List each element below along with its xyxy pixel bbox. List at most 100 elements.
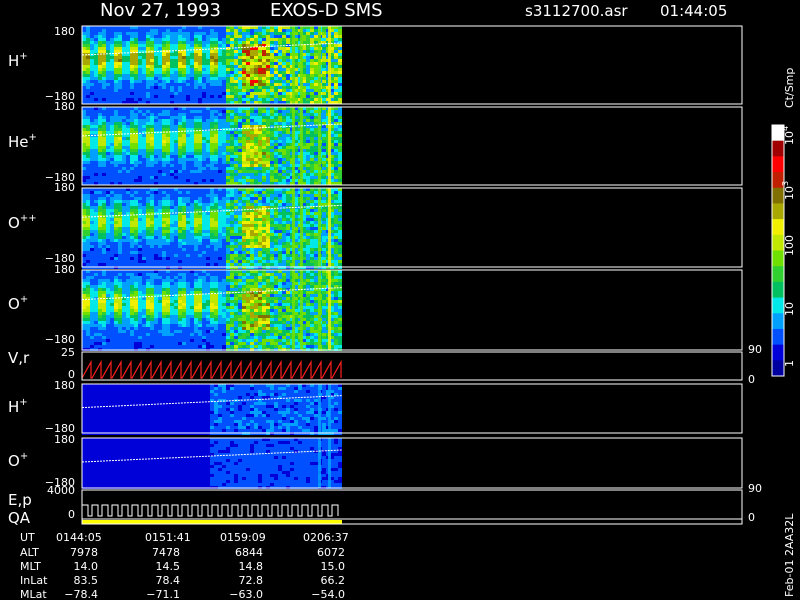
spectrogram-cell (230, 173, 234, 176)
spectrogram-cell (158, 71, 162, 74)
spectrogram-cell (82, 74, 86, 77)
spectrogram-cell (126, 155, 130, 158)
spectrogram-cell (146, 155, 150, 158)
spectrogram-cell (114, 248, 118, 251)
spectrogram-cell (122, 113, 126, 116)
spectrogram-cell (166, 206, 170, 209)
spectrogram-cell (206, 77, 210, 80)
spectrogram-cell (122, 218, 126, 221)
spectrogram-cell (226, 32, 230, 35)
spectrogram-cell (86, 59, 90, 62)
spectrogram-cell (286, 95, 290, 98)
spectrogram-cell (222, 257, 226, 260)
spectrogram-cell (98, 110, 102, 113)
spectrogram-cell (86, 74, 90, 77)
spectrogram-cell (206, 233, 210, 236)
spectrogram-cell (142, 89, 146, 92)
spectrogram-cell (194, 86, 198, 89)
spectrogram-cell (278, 194, 282, 197)
spectrogram-cell (262, 119, 266, 122)
spectrogram-cell (98, 68, 102, 71)
spectrogram-cell (186, 113, 190, 116)
spectrogram-cell (158, 179, 162, 182)
spectrogram-cell (142, 68, 146, 71)
spectrogram-cell (254, 137, 258, 140)
spectrogram-cell (98, 191, 102, 194)
spectrogram-cell (130, 98, 134, 101)
spectrogram-cell (242, 254, 246, 257)
spectrogram-cell (82, 233, 86, 236)
spectrogram-cell (86, 242, 90, 245)
spectrogram-cell (142, 170, 146, 173)
spectrogram-cell (190, 224, 194, 227)
spectrogram-cell (218, 191, 222, 194)
spectrogram-cell (222, 221, 226, 224)
spectrogram-cell (170, 35, 174, 38)
spectrogram-cell (154, 35, 158, 38)
spectrogram-cell (138, 194, 142, 197)
spectrogram-cell (150, 227, 154, 230)
spectrogram-cell (274, 71, 278, 74)
spectrogram-cell (202, 251, 206, 254)
spectrogram-cell (110, 203, 114, 206)
spectrogram-cell (282, 218, 286, 221)
spectrogram-cell (162, 68, 166, 71)
spectrogram-cell (174, 242, 178, 245)
spectrogram-cell (134, 38, 138, 41)
spectrogram-cell (274, 230, 278, 233)
spectrogram-cell (134, 200, 138, 203)
spectrogram-cell (274, 41, 278, 44)
spectrogram-cell (98, 221, 102, 224)
spectrogram-cell (102, 161, 106, 164)
spectrogram-cell (210, 143, 214, 146)
spectrogram-cell (310, 53, 314, 56)
spectrogram-cell (174, 35, 178, 38)
spectrogram-cell (322, 110, 326, 113)
spectrogram-cell (182, 245, 186, 248)
spectrogram-cell (162, 161, 166, 164)
spectrogram-cell (194, 176, 198, 179)
spectrogram-cell (118, 122, 122, 125)
spectrogram-cell (226, 122, 230, 125)
spectrogram-cell (258, 263, 262, 266)
spectrogram-cell (238, 227, 242, 230)
spectrogram-cell (110, 230, 114, 233)
spectrogram-cell (334, 137, 338, 140)
spectrogram-cell (122, 194, 126, 197)
spectrogram-cell (130, 158, 134, 161)
spectrogram-cell (258, 191, 262, 194)
spectrogram-cell (282, 56, 286, 59)
spectrogram-cell (274, 86, 278, 89)
spectrogram-cell (266, 137, 270, 140)
spectrogram-cell (338, 152, 342, 155)
spectrogram-cell (250, 38, 254, 41)
spectrogram-cell (266, 146, 270, 149)
spectrogram-cell (154, 86, 158, 89)
spectrogram-cell (310, 242, 314, 245)
spectrogram-cell (142, 83, 146, 86)
spectrogram-cell (150, 146, 154, 149)
spectrogram-cell (190, 134, 194, 137)
spectrogram-cell (110, 236, 114, 239)
spectrogram-cell (202, 233, 206, 236)
spectrogram-cell (254, 50, 258, 53)
spectrogram-cell (194, 122, 198, 125)
spectrogram-cell (250, 140, 254, 143)
spectrogram-cell (250, 176, 254, 179)
spectrogram-cell (138, 164, 142, 167)
spectrogram-cell (194, 35, 198, 38)
spectrogram-cell (282, 35, 286, 38)
spectrogram-cell (214, 122, 218, 125)
spectrogram-cell (154, 53, 158, 56)
spectrogram-cell (134, 137, 138, 140)
spectrogram-cell (198, 50, 202, 53)
spectrogram-cell (106, 257, 110, 260)
spectrogram-cell (106, 233, 110, 236)
spectrogram-cell (126, 176, 130, 179)
spectrogram-cell (338, 173, 342, 176)
spectrogram-cell (142, 161, 146, 164)
spectrogram-cell (242, 59, 246, 62)
spectrogram-cell (286, 89, 290, 92)
spectrogram-cell (82, 86, 86, 89)
spectrogram-cell (186, 239, 190, 242)
